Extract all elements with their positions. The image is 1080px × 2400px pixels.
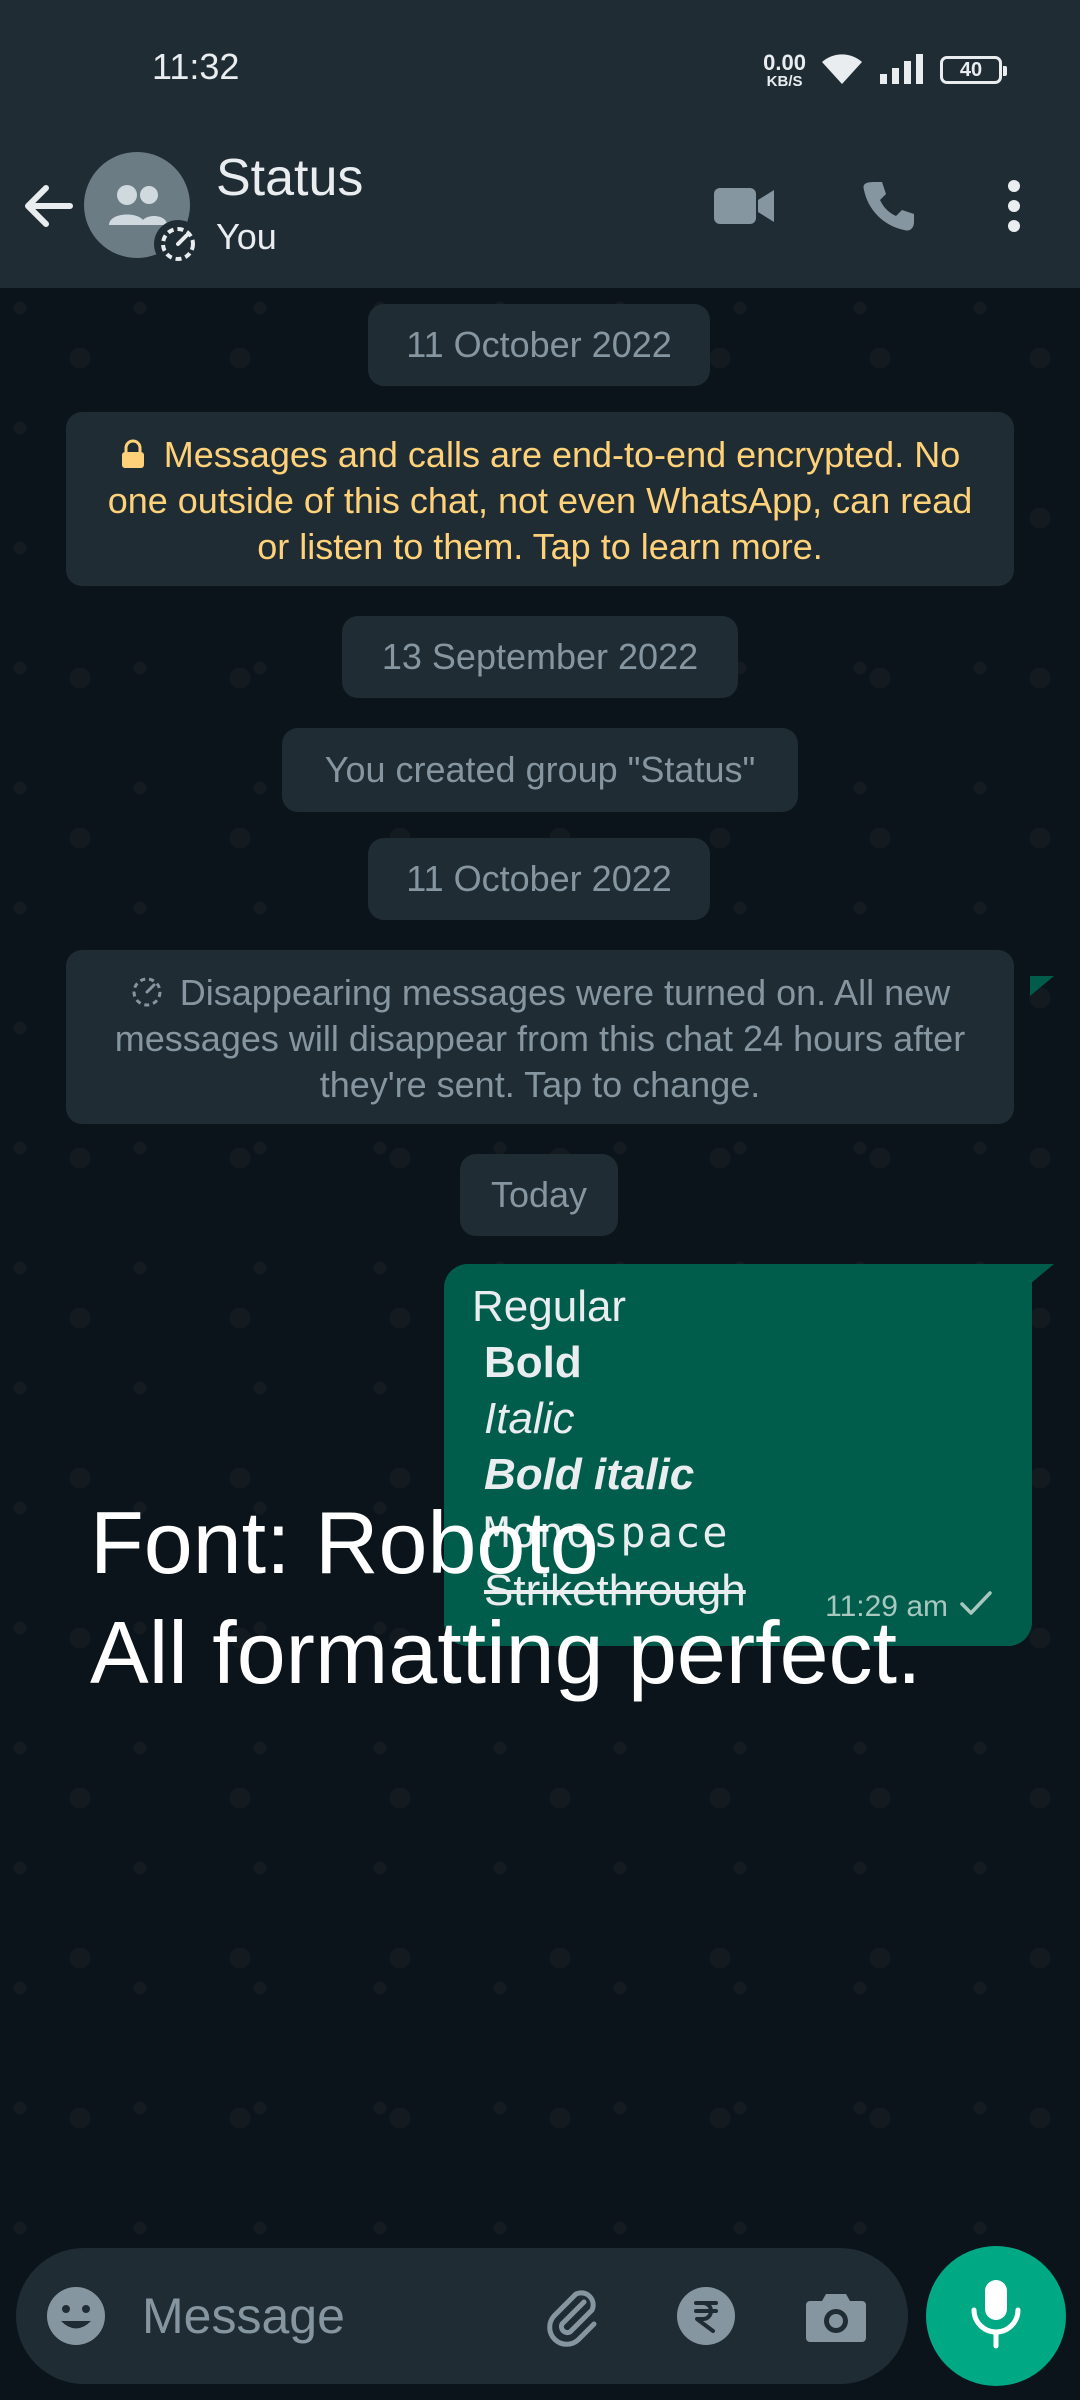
bubble-tail-icon: [1030, 1264, 1054, 1288]
disappearing-timer-icon: [154, 220, 202, 268]
back-arrow-icon[interactable]: [18, 176, 78, 236]
status-time: 11:32: [152, 46, 240, 87]
message-line-italic: Italic: [484, 1394, 575, 1443]
message-line-bold: Bold: [484, 1338, 582, 1387]
sent-check-icon: [958, 1588, 994, 1626]
mic-icon: [968, 2278, 1024, 2355]
group-created-notice: You created group "Status": [282, 728, 798, 812]
mic-button[interactable]: [926, 2246, 1066, 2386]
message-input[interactable]: [142, 2286, 412, 2346]
message-line-regular: Regular: [472, 1282, 627, 1331]
caption-line-2: All formatting perfect.: [90, 1603, 922, 1702]
bubble-tail: [1030, 976, 1054, 1000]
encryption-notice[interactable]: Messages and calls are end-to-end encryp…: [66, 412, 1014, 586]
attach-icon[interactable]: [540, 2284, 604, 2348]
chat-title[interactable]: Status: [216, 148, 363, 208]
top-bar: 11:32 0.00 KB/S 40 Status You: [0, 0, 1080, 288]
network-speed: 0.00 KB/S: [763, 49, 806, 90]
date-divider: 11 October 2022: [368, 838, 710, 920]
voice-call-icon[interactable]: [852, 170, 924, 242]
disappearing-notice-text: Disappearing messages were turned on. Al…: [114, 972, 966, 1105]
video-call-icon[interactable]: [708, 170, 780, 242]
more-options-icon[interactable]: [978, 170, 1050, 242]
emoji-icon[interactable]: [44, 2284, 108, 2348]
camera-icon[interactable]: [804, 2284, 868, 2348]
status-icons: 0.00 KB/S 40: [763, 48, 1007, 92]
message-composer[interactable]: [16, 2248, 908, 2384]
disappearing-timer-icon: [130, 972, 180, 1013]
lock-icon: [120, 434, 164, 475]
date-divider: Today: [460, 1154, 618, 1236]
network-speed-value: 0.00: [763, 49, 806, 75]
date-divider: 13 September 2022: [342, 616, 738, 698]
wifi-icon: [820, 50, 864, 91]
payment-icon[interactable]: [674, 2284, 738, 2348]
battery-level: 40: [959, 58, 983, 81]
date-divider: 11 October 2022: [368, 304, 710, 386]
status-bar: 11:32 0.00 KB/S 40: [0, 0, 1080, 140]
signal-icon: [878, 52, 926, 89]
chat-subtitle[interactable]: You: [216, 216, 277, 258]
battery-icon: 40: [940, 56, 1007, 84]
network-speed-unit: KB/S: [766, 72, 803, 90]
encryption-notice-text: Messages and calls are end-to-end encryp…: [107, 434, 973, 567]
disappearing-notice[interactable]: Disappearing messages were turned on. Al…: [66, 950, 1014, 1124]
chat-header[interactable]: Status You: [0, 140, 1080, 288]
caption-line-1: Font: Roboto: [90, 1493, 599, 1592]
